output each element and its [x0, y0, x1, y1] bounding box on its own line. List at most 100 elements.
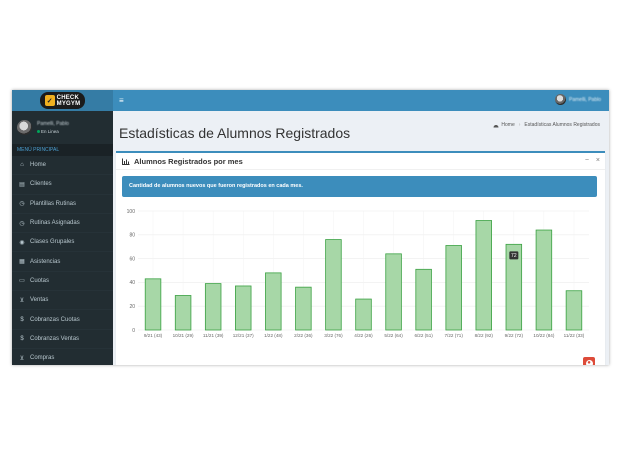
top-user-name: Pamelli, Pablo	[569, 96, 601, 103]
bar	[174, 295, 192, 331]
x-tick-label: 4/22 (26)	[354, 333, 373, 338]
sidebar-item-label: Ventas	[30, 297, 49, 304]
breadcrumb-separator: ›	[518, 122, 521, 128]
bar	[565, 290, 583, 331]
sidebar-item-label: Cuotas	[30, 277, 50, 284]
dashboard-icon	[493, 124, 499, 127]
logo-badge: ✓ CHECK MYGYM	[39, 92, 86, 109]
y-tick-label: 100	[127, 209, 136, 215]
clock-icon: ◷	[19, 220, 25, 227]
avatar	[17, 120, 32, 135]
kettlebell-icon: ✓	[44, 95, 55, 106]
sidebar-item-label: Clases Grupales	[30, 239, 75, 246]
sidebar-item-label: Cobranzas Ventas	[30, 335, 80, 342]
bar	[144, 278, 162, 331]
box-header: Alumnos Registrados por mes	[116, 153, 605, 170]
user-name: Pamelli, Pablo	[37, 121, 69, 127]
bar	[475, 220, 492, 331]
logo-text: CHECK MYGYM	[57, 95, 81, 107]
top-user-menu[interactable]: Pamelli, Pablo	[555, 94, 601, 105]
y-tick-label: 0	[132, 328, 135, 334]
breadcrumb-current: Estadísticas Alumnos Registrados	[524, 122, 600, 128]
dollar-icon: $	[20, 335, 24, 342]
tooltip-text: 72	[511, 253, 517, 259]
logo-line-1: CHECK	[56, 94, 79, 101]
y-tick-label: 20	[129, 304, 135, 310]
x-tick-label: 11/21 (39)	[203, 333, 224, 338]
sidebar-item-label: Asistencias	[30, 258, 61, 265]
breadcrumb-home[interactable]: Home	[501, 122, 514, 128]
x-tick-label: 2/22 (36)	[294, 333, 313, 338]
x-tick-label: 9/22 (72)	[505, 333, 524, 338]
sidebar-item-10[interactable]: ⊻ Compras	[12, 349, 113, 365]
sidebar-item-7[interactable]: ⊻ Ventas	[12, 291, 113, 311]
cart-icon: ⊻	[19, 297, 25, 304]
bar-chart-icon	[122, 158, 130, 165]
bar	[415, 268, 432, 331]
x-tick-label: 8/22 (92)	[475, 333, 494, 338]
lifebuoy-icon: ●	[585, 359, 593, 365]
sidebar-item-2[interactable]: ◷ Plantillas Rutinas	[12, 195, 113, 214]
sidebar-item-8[interactable]: $ Cobranzas Cuotas	[12, 310, 113, 330]
x-tick-label: 11/22 (33)	[564, 333, 585, 338]
bar	[445, 245, 462, 331]
bar	[204, 283, 222, 331]
x-tick-label: 1/22 (48)	[264, 333, 283, 338]
calendar-icon: ▦	[19, 259, 25, 266]
collapse-button[interactable]: −	[585, 157, 589, 164]
menu-header: MENÚ PRINCIPAL	[12, 144, 113, 156]
content-header: Estadísticas de Alumnos Registrados Home…	[113, 111, 609, 149]
info-callout: Cantidad de alumnos nuevos que fueron re…	[122, 176, 597, 197]
sidebar-item-0[interactable]: ⌂ Home	[12, 156, 113, 176]
sidebar-item-6[interactable]: ▭ Cuotas	[12, 272, 113, 292]
x-tick-label: 9/21 (43)	[144, 333, 163, 338]
box-tools: − ×	[585, 157, 600, 164]
logo[interactable]: ✓ CHECK MYGYM	[12, 90, 113, 111]
chart-area: 0 20 40 60 80 100 9/21 (43) 10/21 (29) 11/21 (39…	[122, 208, 597, 348]
sidebar-menu: ⌂ Home ▤ Clientes ◷ Plantillas Rutinas ◷ Rutina…	[12, 156, 113, 365]
hamburger-menu-icon[interactable]: ≡	[119, 96, 124, 105]
y-tick-label: 80	[129, 233, 135, 239]
bar	[385, 253, 402, 331]
bar	[355, 298, 372, 331]
x-tick-label: 5/22 (64)	[384, 333, 403, 338]
sidebar-item-label: Rutinas Asignadas	[30, 220, 80, 227]
online-dot-icon	[37, 130, 40, 133]
x-tick-label: 6/22 (51)	[414, 333, 433, 338]
app-window: ✓ CHECK MYGYM Pamelli, Pablo En Linea ME…	[12, 90, 609, 365]
home-icon: ⌂	[20, 162, 24, 169]
contacts-icon: ▤	[19, 181, 25, 188]
sidebar-item-1[interactable]: ▤ Clientes	[12, 175, 113, 195]
close-button[interactable]: ×	[596, 157, 600, 164]
sidebar-item-4[interactable]: ◉ Clases Grupales	[12, 233, 113, 253]
breadcrumb: Home › Estadísticas Alumnos Registrados	[493, 122, 600, 128]
sidebar-item-5[interactable]: ▦ Asistencias	[12, 252, 113, 272]
chart-box: Alumnos Registrados por mes − × Cantidad…	[116, 151, 605, 365]
group-icon: ◉	[19, 239, 25, 246]
logo-line-2: MYGYM	[56, 100, 81, 107]
y-tick-label: 60	[129, 256, 135, 262]
sidebar-item-label: Compras	[30, 355, 55, 362]
sidebar-item-9[interactable]: $ Cobranzas Ventas	[12, 330, 113, 349]
dollar-icon: $	[20, 316, 24, 323]
bar	[535, 229, 553, 331]
sidebar-item-label: Home	[30, 162, 47, 169]
card-icon: ▭	[19, 278, 25, 285]
x-tick-label: 3/22 (76)	[324, 333, 343, 338]
sidebar-item-label: Cobranzas Cuotas	[30, 316, 80, 323]
user-panel: Pamelli, Pablo En Linea	[12, 111, 113, 144]
x-tick-label: 12/21 (37)	[233, 333, 254, 338]
user-status-text: En Linea	[41, 129, 59, 134]
box-title: Alumnos Registrados por mes	[134, 156, 243, 166]
sidebar-item-3[interactable]: ◷ Rutinas Asignadas	[12, 214, 113, 234]
sidebar: ✓ CHECK MYGYM Pamelli, Pablo En Linea ME…	[12, 90, 113, 365]
help-button[interactable]: ●	[583, 357, 595, 365]
cart-icon: ⊻	[19, 355, 25, 362]
clock-icon: ◷	[19, 201, 25, 208]
top-avatar	[555, 94, 567, 105]
bar	[265, 272, 282, 331]
x-tick-label: 10/22 (84)	[533, 333, 554, 338]
sidebar-item-label: Clientes	[30, 181, 52, 188]
y-tick-label: 40	[129, 280, 135, 286]
bar	[295, 286, 312, 331]
